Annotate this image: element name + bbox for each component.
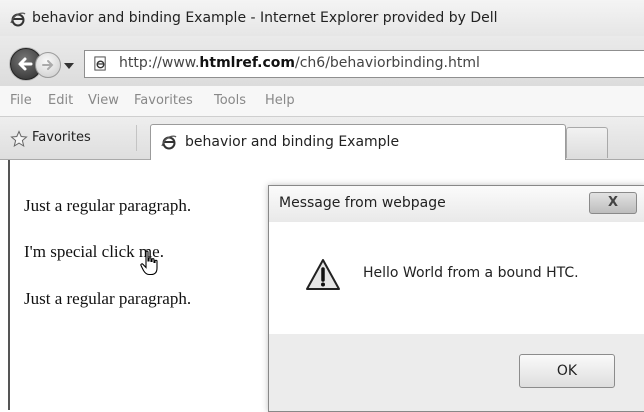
tab-title: behavior and binding Example [185,134,400,150]
toolbar-divider [136,125,137,151]
dialog-body: Hello World from a bound HTC. [269,222,644,334]
window-title-bar: behavior and binding Example - Internet … [0,0,644,36]
favorites-button[interactable]: Favorites [32,130,91,145]
new-tab-button[interactable] [566,127,608,158]
window-title: behavior and binding Example - Internet … [32,10,498,26]
favorites-bar: Favorites behavior and binding Example [0,117,644,160]
page-icon [94,56,106,71]
forward-button[interactable] [35,52,61,78]
dialog-title: Message from webpage [279,195,446,211]
address-bar[interactable]: http://www.htmlref.com/ch6/behaviorbindi… [84,50,644,78]
dialog-close-button[interactable]: X [589,192,637,214]
paragraph-regular-2: Just a regular paragraph. [24,289,192,308]
menu-help[interactable]: Help [265,93,295,108]
dialog-footer: OK [269,334,644,411]
dialog-message: Hello World from a bound HTC. [363,265,579,281]
tab-behavior-binding[interactable]: behavior and binding Example [150,124,566,160]
menu-view[interactable]: View [88,93,119,108]
ie-page-icon [161,135,177,150]
hand-cursor-icon [140,250,158,276]
menu-edit[interactable]: Edit [48,93,73,108]
menu-tools[interactable]: Tools [214,93,246,108]
warning-icon [306,259,340,290]
navigation-bar: http://www.htmlref.com/ch6/behaviorbindi… [0,36,644,86]
dialog-title-bar[interactable]: Message from webpage X [269,186,644,222]
star-icon[interactable] [10,130,28,148]
menu-favorites[interactable]: Favorites [134,93,193,108]
forward-arrow-icon [42,60,54,70]
menu-file[interactable]: File [10,93,32,108]
ie-logo-icon [10,12,26,27]
history-dropdown-icon[interactable] [64,63,74,69]
menu-bar: File Edit View Favorites Tools Help [0,86,644,117]
alert-dialog: Message from webpage X Hello World from … [268,185,644,412]
paragraph-regular-1: Just a regular paragraph. [24,196,192,215]
url-text[interactable]: http://www.htmlref.com/ch6/behaviorbindi… [119,55,480,71]
ok-button[interactable]: OK [519,354,615,388]
